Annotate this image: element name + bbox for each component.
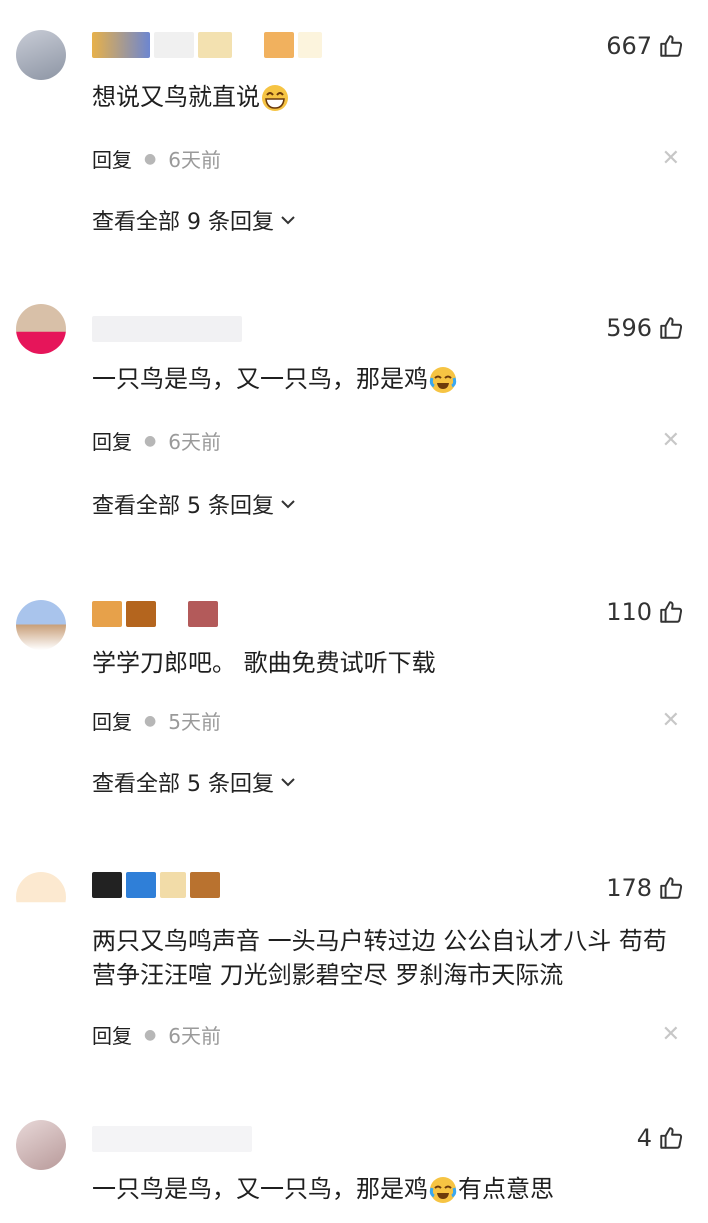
avatar[interactable] [16,872,66,922]
comment-meta: 回复 ● 6天前 [92,426,221,455]
username-blurred[interactable] [92,32,322,58]
view-replies-button[interactable]: 查看全部 9 条回复 [92,204,298,236]
username-blurred[interactable] [92,1126,252,1152]
thumbs-up-icon [660,317,683,339]
crying-laugh-emoji [429,367,457,393]
comment-text: 两只又鸟鸣声音 一头马户转过边 公公自认才八斗 苟苟营争汪汪喧 刀光剑影碧空尽 … [92,927,667,989]
like-button[interactable]: 110 [606,598,684,626]
close-icon[interactable]: ✕ [662,428,680,453]
reply-button[interactable]: 回复 [92,706,132,735]
close-icon[interactable]: ✕ [662,708,680,733]
view-replies-button[interactable]: 查看全部 5 条回复 [92,766,298,798]
comment-meta: 回复 ● 6天前 [92,1020,221,1049]
separator-dot: ● [144,432,157,449]
comment-meta: 回复 ● 6天前 [92,144,221,173]
chevron-down-icon [281,778,295,787]
like-button[interactable]: 178 [606,874,684,902]
username-blurred[interactable] [92,316,242,342]
chevron-down-icon [281,216,295,225]
close-icon[interactable]: ✕ [662,1022,680,1047]
grin-emoji [262,85,288,111]
avatar[interactable] [16,600,66,650]
like-count: 110 [606,598,652,626]
chevron-down-icon [281,500,295,509]
like-count: 596 [606,314,652,342]
close-icon[interactable]: ✕ [662,146,680,171]
username-blurred[interactable] [92,872,220,898]
comment-text: 学学刀郎吧。 歌曲免费试听下载 [92,649,436,677]
crying-laugh-emoji [429,1177,457,1203]
reply-button[interactable]: 回复 [92,426,132,455]
like-button[interactable]: 4 [637,1124,684,1152]
comment-text: 一只鸟是鸟，又一只鸟，那是鸡 有点意思 [92,1175,554,1203]
separator-dot: ● [144,150,157,167]
comment-time: 6天前 [168,1024,221,1048]
comment-time: 5天前 [168,710,221,734]
like-button[interactable]: 596 [606,314,684,342]
comment-meta: 回复 ● 5天前 [92,706,221,735]
avatar[interactable] [16,30,66,80]
thumbs-up-icon [660,1127,683,1149]
separator-dot: ● [144,712,157,729]
thumbs-up-icon [660,35,683,57]
view-replies-button[interactable]: 查看全部 5 条回复 [92,488,298,520]
avatar[interactable] [16,1120,66,1170]
like-count: 178 [606,874,652,902]
comment-text: 想说又鸟就直说 [92,80,682,114]
reply-button[interactable]: 回复 [92,144,132,173]
reply-button[interactable]: 回复 [92,1020,132,1049]
like-count: 667 [606,32,652,60]
like-button[interactable]: 667 [606,32,684,60]
like-count: 4 [636,1124,652,1152]
comment-time: 6天前 [168,430,221,454]
comment-time: 6天前 [168,148,221,172]
username-blurred[interactable] [92,601,218,627]
thumbs-up-icon [660,877,683,899]
comment-text: 一只鸟是鸟，又一只鸟，那是鸡 [92,362,682,396]
thumbs-up-icon [660,601,683,623]
avatar[interactable] [16,304,66,354]
separator-dot: ● [144,1026,157,1043]
